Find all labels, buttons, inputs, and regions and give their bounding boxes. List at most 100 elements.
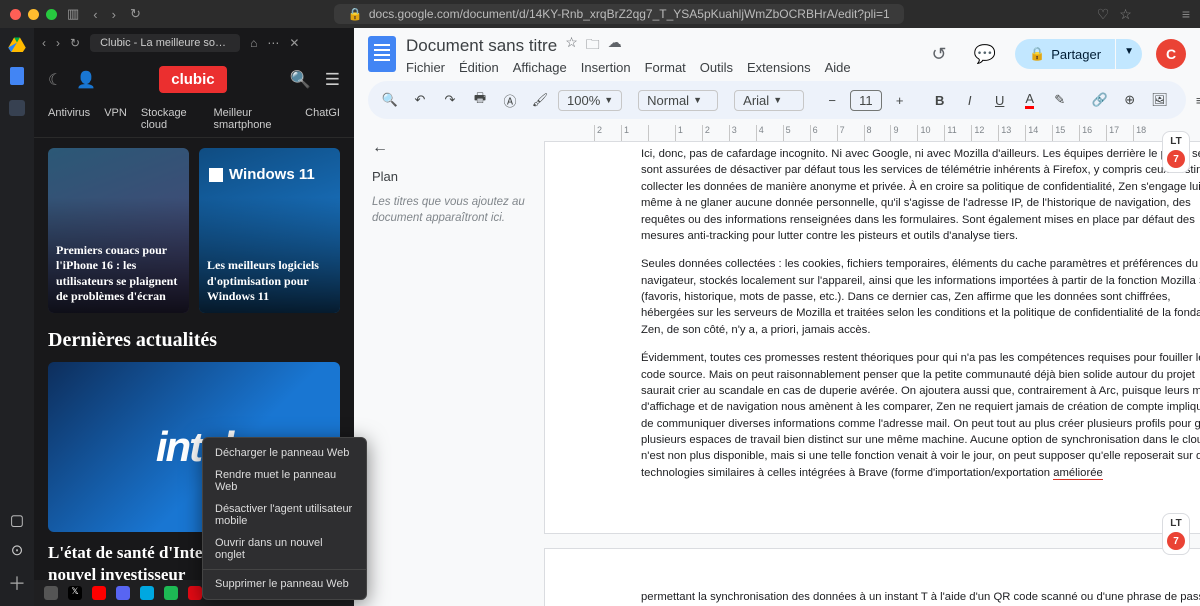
font-select[interactable]: Arial▼	[734, 90, 804, 111]
print-icon[interactable]: 🖶	[468, 85, 492, 115]
reload-icon[interactable]: ↻	[130, 6, 141, 22]
menu-icon[interactable]: ≡	[1182, 6, 1190, 23]
context-menu: Décharger le panneau Web Rendre muet le …	[202, 437, 367, 600]
fav-icon[interactable]	[44, 586, 58, 600]
outline-back-icon[interactable]: ←	[372, 139, 526, 157]
fav-spotify-icon[interactable]	[164, 586, 178, 600]
minimize-window-icon[interactable]	[28, 9, 39, 20]
ctx-unload[interactable]: Décharger le panneau Web	[203, 442, 366, 464]
fav-yt-icon[interactable]	[92, 586, 106, 600]
back-icon[interactable]: ‹	[93, 7, 97, 22]
zoom-select[interactable]: 100%▼	[558, 90, 622, 111]
panel-tab[interactable]: Clubic - La meilleure source d'informati…	[90, 34, 240, 52]
rail-drive-icon[interactable]	[7, 34, 27, 54]
ruler[interactable]: 21123456789101112131415161718	[550, 125, 1200, 141]
image-icon[interactable]: 🖼	[1148, 88, 1172, 112]
sidebar-toggle-icon[interactable]: ▥	[67, 6, 79, 22]
menu-format[interactable]: Format	[645, 60, 686, 75]
page[interactable]: permettant la synchronisation des donnée…	[544, 548, 1200, 606]
star-icon[interactable]: ☆	[565, 34, 578, 58]
rail-panel-icon[interactable]: ▢	[7, 510, 27, 530]
shield-icon[interactable]: ♡	[1097, 6, 1110, 23]
article-card-windows[interactable]: Windows 11 Les meilleurs logiciels d'opt…	[199, 148, 340, 313]
style-select[interactable]: Normal▼	[638, 90, 718, 111]
ctx-remove[interactable]: Supprimer le panneau Web	[203, 573, 366, 595]
panel-back-icon[interactable]: ‹	[42, 36, 46, 50]
comment-icon[interactable]: ⊕	[1118, 88, 1142, 112]
ctx-mute[interactable]: Rendre muet le panneau Web	[203, 464, 366, 498]
paragraph: Seules données collectées : les cookies,…	[641, 256, 1200, 338]
lt-badge[interactable]: LT 7	[1162, 513, 1190, 555]
nav-smartphone[interactable]: Meilleur smartphone	[213, 107, 291, 131]
clubic-logo[interactable]: clubic	[159, 66, 226, 93]
lt-badge[interactable]: LT 7	[1162, 131, 1190, 173]
undo-icon[interactable]: ↶	[408, 88, 432, 112]
fav-netflix-icon[interactable]	[188, 586, 202, 600]
share-dropdown[interactable]: ▼	[1116, 39, 1142, 69]
nav-antivirus[interactable]: Antivirus	[48, 107, 90, 131]
search-menus-icon[interactable]: 🔍	[378, 88, 402, 112]
link-icon[interactable]: 🔗	[1088, 88, 1112, 112]
fav-discord-icon[interactable]	[116, 586, 130, 600]
ctx-open-tab[interactable]: Ouvrir dans un nouvel onglet	[203, 532, 366, 566]
nav-stockage[interactable]: Stockage cloud	[141, 107, 200, 131]
menu-edit[interactable]: Édition	[459, 60, 499, 75]
maximize-window-icon[interactable]	[46, 9, 57, 20]
nav-vpn[interactable]: VPN	[104, 107, 127, 131]
ctx-disable-ua[interactable]: Désactiver l'agent utilisateur mobile	[203, 498, 366, 532]
paragraph: permettant la synchronisation des donnée…	[641, 589, 1200, 606]
paint-format-icon[interactable]: 🖌	[528, 88, 552, 112]
decrease-font-icon[interactable]: −	[820, 89, 844, 112]
document-canvas[interactable]: 21123456789101112131415161718 LT 7 LT 7 …	[544, 125, 1200, 606]
bold-icon[interactable]: B	[928, 89, 952, 112]
nav-chatgi[interactable]: ChatGI	[305, 107, 340, 131]
doc-title[interactable]: Document sans titre	[406, 36, 557, 56]
menu-tools[interactable]: Outils	[700, 60, 733, 75]
docs-logo-icon[interactable]	[368, 36, 396, 72]
spelling-error[interactable]: améliorée	[1053, 467, 1103, 480]
move-icon[interactable]: 🗀	[586, 34, 600, 58]
menu-view[interactable]: Affichage	[513, 60, 567, 75]
italic-icon[interactable]: I	[958, 89, 982, 112]
history-icon[interactable]: ↺	[923, 38, 955, 70]
url-bar[interactable]: 🔒 docs.google.com/document/d/14KY-Rnb_xr…	[334, 4, 904, 24]
rail-docs-icon[interactable]	[7, 66, 27, 86]
page[interactable]: Ici, donc, pas de cafardage incognito. N…	[544, 141, 1200, 534]
star-icon[interactable]: ☆	[1119, 6, 1132, 23]
fav-icon[interactable]	[140, 586, 154, 600]
search-icon[interactable]: 🔍	[290, 70, 311, 90]
font-size-input[interactable]: 11	[850, 90, 882, 111]
cloud-status-icon[interactable]: ☁	[608, 34, 622, 58]
highlight-icon[interactable]: ✎	[1048, 88, 1072, 112]
avatar[interactable]: C	[1156, 39, 1186, 69]
close-window-icon[interactable]	[10, 9, 21, 20]
panel-home-icon[interactable]: ⌂	[250, 36, 257, 50]
google-docs: Document sans titre ☆ 🗀 ☁ Fichier Éditio…	[354, 28, 1200, 606]
toolbar: 🔍 ↶ ↷ 🖶 Ⓐ 🖌 100%▼ Normal▼ Arial▼ − 11 + …	[368, 81, 1186, 119]
text-color-icon[interactable]: A	[1018, 87, 1042, 113]
comments-icon[interactable]: 💬	[969, 38, 1001, 70]
menu-help[interactable]: Aide	[825, 60, 851, 75]
fav-x-icon[interactable]: 𝕏	[68, 586, 82, 600]
rail-settings-icon[interactable]: ⊙	[7, 540, 27, 560]
hamburger-icon[interactable]: ☰	[325, 70, 340, 90]
article-card-iphone[interactable]: Premiers couacs pour l'iPhone 16 : les u…	[48, 148, 189, 313]
share-button[interactable]: 🔒Partager	[1015, 39, 1115, 69]
rail-add-icon[interactable]: ＋	[8, 570, 26, 596]
panel-reload-icon[interactable]: ↻	[70, 36, 80, 50]
theme-toggle-icon[interactable]: ☾	[48, 70, 62, 90]
panel-close-icon[interactable]: ✕	[289, 36, 299, 50]
align-icon[interactable]: ≡	[1188, 89, 1200, 112]
panel-forward-icon[interactable]: ›	[56, 36, 60, 50]
menu-file[interactable]: Fichier	[406, 60, 445, 75]
menu-extensions[interactable]: Extensions	[747, 60, 811, 75]
rail-app-icon[interactable]	[7, 98, 27, 118]
menu-insert[interactable]: Insertion	[581, 60, 631, 75]
spellcheck-icon[interactable]: Ⓐ	[498, 87, 522, 114]
increase-font-icon[interactable]: +	[888, 89, 912, 112]
panel-more-icon[interactable]: ⋯	[267, 36, 279, 50]
underline-icon[interactable]: U	[988, 89, 1012, 112]
forward-icon[interactable]: ›	[112, 7, 116, 22]
redo-icon[interactable]: ↷	[438, 88, 462, 112]
account-icon[interactable]: 👤	[76, 70, 96, 90]
